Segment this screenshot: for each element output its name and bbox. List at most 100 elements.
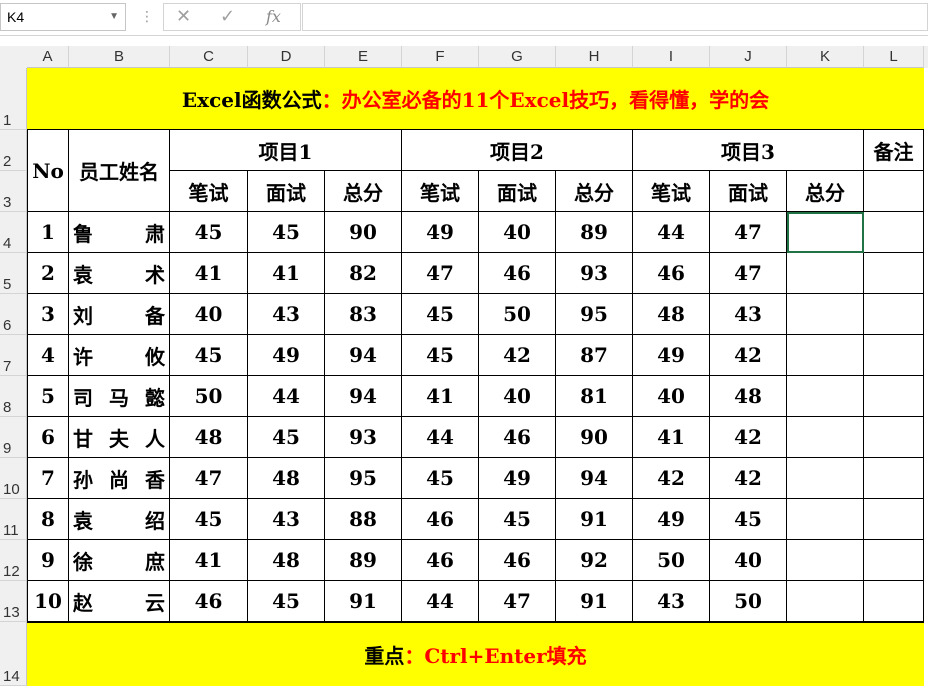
header-name[interactable]: 员工姓名 xyxy=(69,130,170,212)
table-cell[interactable] xyxy=(787,499,864,540)
table-cell[interactable]: 45 xyxy=(248,581,325,622)
table-cell[interactable]: 94 xyxy=(325,335,402,376)
column-header-h[interactable]: H xyxy=(556,46,633,68)
table-cell[interactable]: 91 xyxy=(556,499,633,540)
employee-name-cell[interactable]: 孙尚香 xyxy=(69,458,170,499)
table-cell[interactable]: 47 xyxy=(479,581,556,622)
enter-icon[interactable]: ✓ xyxy=(220,4,235,30)
table-cell[interactable]: 43 xyxy=(633,581,710,622)
table-cell[interactable]: 48 xyxy=(170,417,248,458)
table-cell[interactable]: 42 xyxy=(710,458,787,499)
table-cell[interactable]: 50 xyxy=(633,540,710,581)
table-cell[interactable]: 40 xyxy=(479,376,556,417)
table-cell[interactable]: 50 xyxy=(710,581,787,622)
table-cell[interactable]: 48 xyxy=(248,458,325,499)
row-header-11[interactable]: 11 xyxy=(0,499,27,540)
header-sub[interactable]: 总分 xyxy=(787,171,864,212)
employee-name-cell[interactable]: 甘夫人 xyxy=(69,417,170,458)
row-header-2[interactable]: 2 xyxy=(0,130,27,171)
row-header-4[interactable]: 4 xyxy=(0,212,27,253)
column-header-j[interactable]: J xyxy=(710,46,787,68)
table-cell[interactable]: 40 xyxy=(633,376,710,417)
employee-name-cell[interactable]: 刘备 xyxy=(69,294,170,335)
table-cell[interactable]: 7 xyxy=(27,458,69,499)
table-cell[interactable]: 43 xyxy=(248,499,325,540)
table-cell[interactable] xyxy=(864,499,924,540)
formula-input[interactable] xyxy=(302,3,928,31)
cancel-icon[interactable]: ✕ xyxy=(176,4,191,30)
table-cell[interactable]: 89 xyxy=(325,540,402,581)
table-cell[interactable]: 47 xyxy=(710,212,787,253)
table-cell[interactable] xyxy=(787,376,864,417)
table-cell[interactable] xyxy=(864,376,924,417)
header-project3[interactable]: 项目3 xyxy=(633,130,864,171)
table-cell[interactable] xyxy=(787,253,864,294)
row-header-14[interactable]: 14 xyxy=(0,622,27,686)
table-cell[interactable] xyxy=(864,581,924,622)
table-cell[interactable]: 6 xyxy=(27,417,69,458)
table-cell[interactable]: 93 xyxy=(556,253,633,294)
table-cell[interactable]: 4 xyxy=(27,335,69,376)
table-cell[interactable]: 40 xyxy=(170,294,248,335)
table-cell[interactable]: 42 xyxy=(479,335,556,376)
table-cell[interactable]: 45 xyxy=(248,417,325,458)
column-header-k[interactable]: K xyxy=(787,46,864,68)
column-header-c[interactable]: C xyxy=(170,46,248,68)
table-cell[interactable]: 10 xyxy=(27,581,69,622)
employee-name-cell[interactable]: 赵云 xyxy=(69,581,170,622)
header-sub[interactable]: 总分 xyxy=(325,171,402,212)
row-header-7[interactable]: 7 xyxy=(0,335,27,376)
column-header-d[interactable]: D xyxy=(248,46,325,68)
header-sub[interactable]: 笔试 xyxy=(633,171,710,212)
row-header-5[interactable]: 5 xyxy=(0,253,27,294)
table-cell[interactable]: 49 xyxy=(633,335,710,376)
table-cell[interactable]: 46 xyxy=(402,499,479,540)
table-cell[interactable]: 48 xyxy=(710,376,787,417)
column-header-b[interactable]: B xyxy=(69,46,170,68)
table-cell[interactable] xyxy=(864,417,924,458)
table-cell[interactable]: 45 xyxy=(710,499,787,540)
table-cell[interactable]: 43 xyxy=(248,294,325,335)
table-cell[interactable]: 47 xyxy=(402,253,479,294)
column-header-i[interactable]: I xyxy=(633,46,710,68)
table-cell[interactable] xyxy=(864,335,924,376)
table-cell[interactable]: 45 xyxy=(170,335,248,376)
employee-name-cell[interactable]: 袁术 xyxy=(69,253,170,294)
header-project1[interactable]: 项目1 xyxy=(170,130,402,171)
table-cell[interactable]: 45 xyxy=(402,335,479,376)
row-header-6[interactable]: 6 xyxy=(0,294,27,335)
header-no[interactable]: No xyxy=(27,130,69,212)
header-sub[interactable]: 总分 xyxy=(556,171,633,212)
table-cell[interactable]: 42 xyxy=(633,458,710,499)
table-cell[interactable]: 8 xyxy=(27,499,69,540)
table-cell[interactable]: 48 xyxy=(248,540,325,581)
table-cell[interactable]: 40 xyxy=(710,540,787,581)
table-cell[interactable]: 44 xyxy=(402,417,479,458)
column-header-a[interactable]: A xyxy=(27,46,69,68)
table-cell[interactable]: 91 xyxy=(556,581,633,622)
table-cell[interactable]: 90 xyxy=(556,417,633,458)
header-sub[interactable]: 笔试 xyxy=(170,171,248,212)
header-sub[interactable]: 面试 xyxy=(248,171,325,212)
employee-name-cell[interactable]: 司马懿 xyxy=(69,376,170,417)
table-cell[interactable]: 93 xyxy=(325,417,402,458)
column-header-e[interactable]: E xyxy=(325,46,402,68)
employee-name-cell[interactable]: 鲁肃 xyxy=(69,212,170,253)
chevron-down-icon[interactable]: ▼ xyxy=(109,4,119,30)
table-cell[interactable]: 42 xyxy=(710,417,787,458)
table-cell[interactable] xyxy=(864,540,924,581)
table-cell[interactable]: 49 xyxy=(402,212,479,253)
table-cell[interactable]: 1 xyxy=(27,212,69,253)
table-cell[interactable]: 46 xyxy=(479,540,556,581)
table-cell[interactable]: 2 xyxy=(27,253,69,294)
table-cell[interactable]: 94 xyxy=(325,376,402,417)
table-cell[interactable] xyxy=(787,294,864,335)
name-box[interactable]: K4 ▼ xyxy=(0,3,126,31)
table-cell[interactable]: 45 xyxy=(170,212,248,253)
row-header-12[interactable]: 12 xyxy=(0,540,27,581)
table-cell[interactable]: 45 xyxy=(170,499,248,540)
table-cell[interactable]: 49 xyxy=(633,499,710,540)
table-cell[interactable] xyxy=(864,294,924,335)
table-cell[interactable]: 95 xyxy=(556,294,633,335)
table-cell[interactable]: 44 xyxy=(633,212,710,253)
